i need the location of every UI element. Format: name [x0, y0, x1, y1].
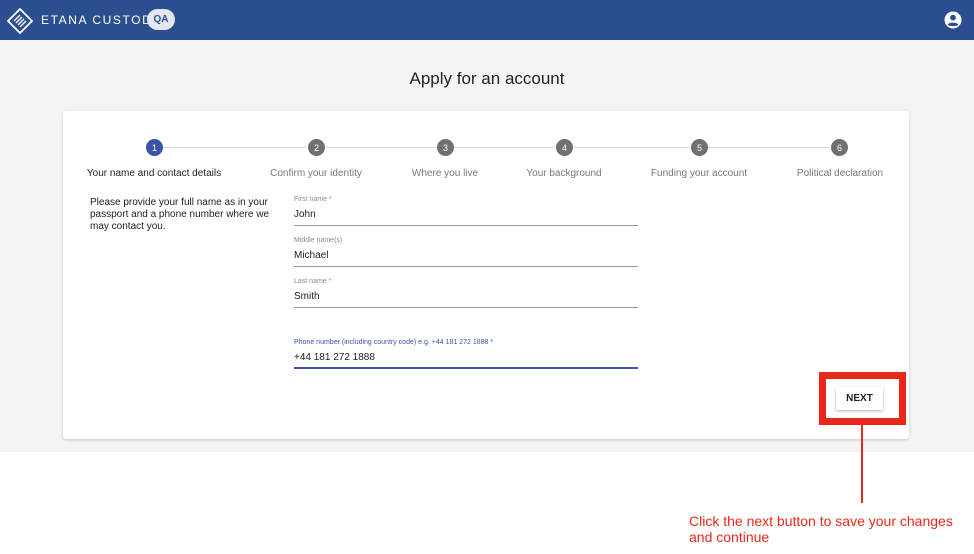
application-form-card — [63, 111, 909, 439]
step-1-label[interactable]: Your name and contact details — [87, 168, 221, 179]
stepper-connector — [325, 147, 436, 148]
callout-text: Click the next button to save your chang… — [689, 513, 953, 545]
brand-name: ETANA CUSTODY — [41, 13, 163, 27]
phone-number-field[interactable]: Phone number (including country code) e.… — [294, 339, 638, 369]
last-name-field[interactable]: Last name * Smith — [294, 278, 638, 308]
stepper-connector — [454, 147, 555, 148]
step-2-indicator[interactable]: 2 — [308, 139, 325, 156]
callout-connector — [861, 425, 863, 503]
account-circle-icon[interactable] — [944, 11, 962, 29]
middle-name-label: Middle name(s) — [294, 237, 343, 244]
first-name-label: First name * — [294, 196, 332, 203]
middle-name-field[interactable]: Middle name(s) Michael — [294, 237, 638, 267]
etana-logo-icon[interactable] — [7, 8, 33, 34]
step-5-indicator[interactable]: 5 — [691, 139, 708, 156]
page-title: Apply for an account — [409, 69, 565, 88]
stepper-connector — [708, 147, 830, 148]
top-app-bar: ETANA CUSTODY QA — [0, 0, 974, 40]
step-1-indicator[interactable]: 1 — [146, 139, 163, 156]
stepper-connector — [573, 147, 690, 148]
first-name-field[interactable]: First name * John — [294, 196, 638, 226]
environment-badge: QA — [147, 9, 175, 30]
step-3-indicator[interactable]: 3 — [437, 139, 454, 156]
middle-name-input[interactable]: Michael — [294, 250, 638, 267]
phone-number-label: Phone number (including country code) e.… — [294, 339, 494, 346]
step-6-indicator[interactable]: 6 — [831, 139, 848, 156]
step-4-label[interactable]: Your background — [526, 168, 601, 179]
step-6-label[interactable]: Political declaration — [797, 168, 883, 179]
step-2-label[interactable]: Confirm your identity — [270, 168, 362, 179]
last-name-input[interactable]: Smith — [294, 291, 638, 308]
page: ETANA CUSTODY QA Apply for an account 1 … — [0, 0, 974, 554]
last-name-label: Last name * — [294, 278, 332, 285]
step-instructions: Please provide your full name as in your… — [90, 197, 270, 232]
phone-number-input[interactable]: +44 181 272 1888 — [294, 352, 638, 369]
step-5-label[interactable]: Funding your account — [651, 168, 747, 179]
step-3-label[interactable]: Where you live — [412, 168, 478, 179]
stepper-connector — [163, 147, 306, 148]
first-name-input[interactable]: John — [294, 209, 638, 226]
step-4-indicator[interactable]: 4 — [556, 139, 573, 156]
next-button[interactable]: NEXT — [836, 387, 883, 410]
